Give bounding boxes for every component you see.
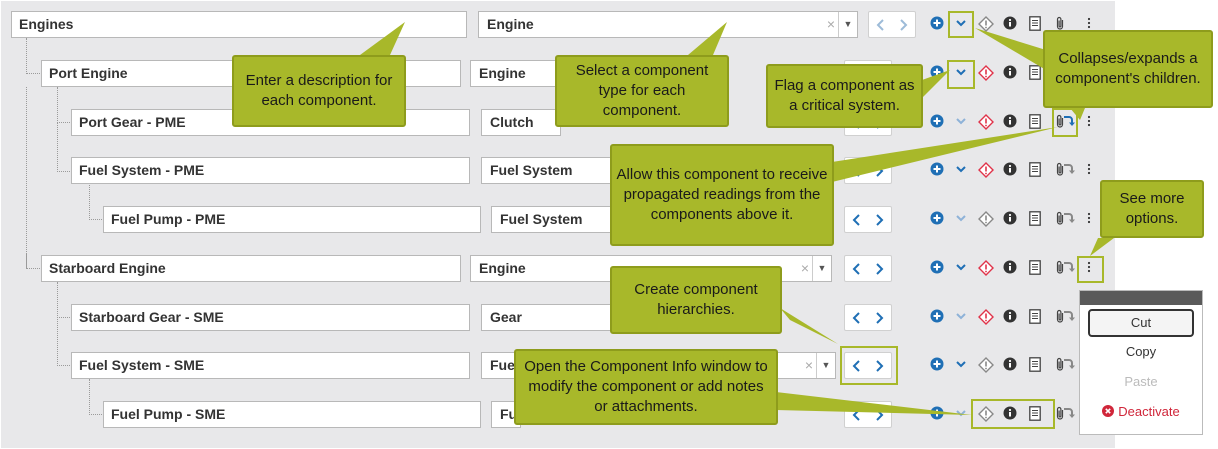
component-editor: Engines Engine × ▼ Port Engine Engine Port… <box>0 0 1218 449</box>
context-menu-header <box>1080 291 1202 305</box>
propagate-highlight <box>1052 108 1078 137</box>
callout-hierarchy-text: Create component hierarchies. <box>634 281 758 318</box>
callout-propagate: Allow this component to receive propagat… <box>610 144 834 246</box>
info-highlight <box>971 399 1055 429</box>
callout-critical: Flag a component as a critical system. <box>766 64 923 128</box>
callout-description-text: Enter a description for each component. <box>245 72 393 109</box>
callout-pointer <box>688 22 727 55</box>
callout-pointer <box>832 127 1058 182</box>
callout-pointer <box>780 308 838 344</box>
more-options-highlight <box>1077 256 1104 283</box>
callout-propagate-text: Allow this component to receive propagat… <box>616 166 828 223</box>
callout-type-text: Select a component type for each compone… <box>575 62 709 119</box>
critical-highlight <box>947 60 975 89</box>
callout-pointer <box>1090 238 1114 256</box>
hierarchy-highlight <box>840 346 898 385</box>
callout-pointer <box>975 28 1046 70</box>
callout-more-options-text: See more options. <box>1119 190 1185 227</box>
callout-collapse-text: Collapses/expands a component's children… <box>1055 50 1201 87</box>
callout-description: Enter a description for each component. <box>232 55 406 127</box>
callout-type: Select a component type for each compone… <box>555 55 729 127</box>
callout-collapse: Collapses/expands a component's children… <box>1043 30 1213 108</box>
menu-item-deactivate[interactable]: Deactivate <box>1080 397 1202 427</box>
callout-pointer <box>360 22 405 55</box>
callout-critical-text: Flag a component as a critical system. <box>774 77 915 114</box>
callout-info: Open the Component Info window to modify… <box>514 349 778 425</box>
menu-item-paste: Paste <box>1124 374 1158 389</box>
deactivate-icon <box>1102 405 1115 417</box>
callout-more-options: See more options. <box>1100 180 1204 238</box>
callout-pointer <box>776 392 972 415</box>
callout-info-text: Open the Component Info window to modify… <box>524 358 768 415</box>
collapse-highlight <box>948 11 974 38</box>
menu-item-copy[interactable]: Copy <box>1080 337 1202 367</box>
context-menu: Cut Copy Paste Deactivate <box>1079 290 1203 435</box>
menu-item-deactivate-label: Deactivate <box>1118 404 1180 419</box>
callout-pointer <box>922 70 950 98</box>
menu-item-cut[interactable]: Cut <box>1088 309 1194 337</box>
callout-hierarchy: Create component hierarchies. <box>610 266 782 334</box>
